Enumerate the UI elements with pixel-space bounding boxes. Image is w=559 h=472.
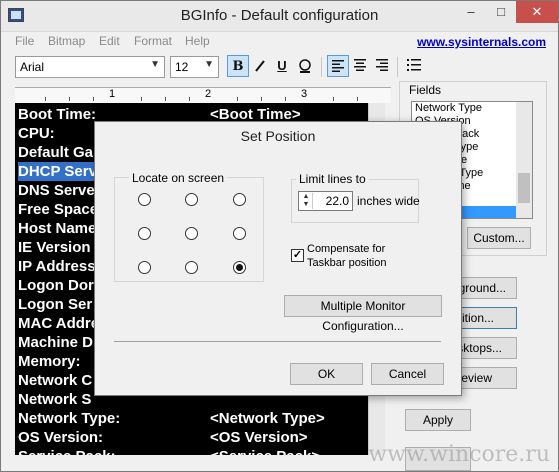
ruler-tick <box>237 97 238 101</box>
menu-format[interactable]: Format <box>134 34 172 48</box>
field-label: Network Type: <box>18 410 121 427</box>
minimize-icon[interactable]: – <box>456 1 486 23</box>
ruler-mark: 3 <box>301 88 308 100</box>
position-middle-left-radio[interactable] <box>138 227 151 240</box>
menu-bitmap[interactable]: Bitmap <box>48 34 85 48</box>
align-left-icon[interactable] <box>327 55 349 77</box>
limit-unit: inches wide <box>357 194 420 208</box>
ruler-tick <box>141 97 142 101</box>
field-label: Logon Dor <box>18 277 94 294</box>
watermark-text: www.wincore.ru <box>368 442 550 467</box>
menu-file[interactable]: File <box>15 34 34 48</box>
menu-bar: File Bitmap Edit Format Help www.sysinte… <box>1 33 558 51</box>
position-top-left-radio[interactable] <box>138 193 151 206</box>
multiple-monitor-button[interactable]: Multiple Monitor Configuration... <box>284 295 442 333</box>
custom-button[interactable]: Custom... <box>467 227 531 249</box>
field-token: <Service Pack> <box>210 447 320 455</box>
field-token: <Network Type> <box>210 410 325 427</box>
ruler: 1 2 3 <box>15 87 391 103</box>
position-top-center-radio[interactable] <box>185 193 198 206</box>
field-label: Machine D <box>18 334 94 351</box>
field-label: Logon Ser <box>18 296 93 313</box>
font-value: Arial <box>20 60 45 74</box>
ruler-tick <box>165 97 166 101</box>
align-right-icon[interactable] <box>371 55 393 77</box>
field-label: Free Space <box>18 201 99 218</box>
font-size-value: 12 <box>175 60 189 74</box>
ruler-tick <box>189 97 190 101</box>
font-select[interactable]: Arial ▼ <box>15 56 165 78</box>
field-label: Service Pack: <box>18 447 116 455</box>
bold-button[interactable]: B <box>227 55 249 77</box>
bullet-list-icon[interactable] <box>403 55 425 77</box>
font-size-select[interactable]: 12 ▼ <box>170 56 219 78</box>
menu-edit[interactable]: Edit <box>99 34 120 48</box>
position-middle-right-radio[interactable] <box>233 227 246 240</box>
ruler-tick <box>333 97 334 101</box>
separator <box>397 57 398 77</box>
set-position-dialog: Set Position Locate on screen Limit line… <box>94 121 462 396</box>
limit-lines-spinner[interactable]: ▲ ▼ 22.0 <box>298 191 353 211</box>
field-label: DHCP Serv <box>18 162 101 181</box>
list-item[interactable]: Network Type <box>412 102 532 115</box>
compensate-label: Compensate for <box>307 243 386 255</box>
separator <box>321 57 322 77</box>
field-label: Memory: <box>18 353 81 370</box>
limit-label: Limit lines to <box>296 172 369 186</box>
ruler-tick <box>285 97 286 101</box>
field-label: OS Version: <box>18 429 104 446</box>
field-label: IP Address <box>18 258 96 275</box>
ruler-tick <box>69 97 70 101</box>
underline-button[interactable]: U <box>271 55 293 77</box>
ruler-tick <box>45 97 46 101</box>
menu-help[interactable]: Help <box>185 34 210 48</box>
position-bottom-center-radio[interactable] <box>185 261 198 274</box>
maximize-icon[interactable]: □ <box>486 1 516 23</box>
field-label: Boot Time: <box>18 106 97 123</box>
field-token: <OS Version> <box>210 429 308 446</box>
compensate-label-line2: Taskbar position <box>307 257 387 269</box>
position-bottom-left-radio[interactable] <box>138 261 151 274</box>
field-label: Network S <box>18 391 92 408</box>
field-label: CPU: <box>18 125 55 142</box>
chevron-down-icon: ▼ <box>204 59 214 70</box>
locate-label: Locate on screen <box>129 171 228 185</box>
cancel-button[interactable]: Cancel <box>371 363 444 385</box>
position-top-right-radio[interactable] <box>233 193 246 206</box>
ruler-mark: 1 <box>109 88 116 100</box>
sysinternals-link[interactable]: www.sysinternals.com <box>417 35 546 49</box>
fields-scroll-thumb[interactable] <box>518 173 530 203</box>
limit-value: 22.0 <box>325 194 349 208</box>
field-label: IE Version <box>18 239 91 256</box>
field-label: Network C <box>18 372 93 389</box>
close-icon[interactable]: ✕ <box>516 1 558 23</box>
title-bar: BGInfo - Default configuration – □ ✕ <box>1 1 558 32</box>
chevron-down-icon: ▼ <box>150 59 160 70</box>
compensate-checkbox[interactable]: ✓ <box>291 249 304 262</box>
apply-button[interactable]: Apply <box>405 409 471 431</box>
spinner-arrows-icon[interactable]: ▲ ▼ <box>300 193 313 209</box>
ruler-tick <box>93 97 94 101</box>
position-middle-center-radio[interactable] <box>185 227 198 240</box>
field-label: DNS Serve <box>18 182 95 199</box>
field-label: MAC Addre <box>18 315 100 332</box>
ruler-tick <box>357 97 358 101</box>
font-color-icon[interactable] <box>294 55 316 77</box>
ruler-mark: 2 <box>205 88 212 100</box>
align-center-icon[interactable] <box>349 55 371 77</box>
field-label: Default Ga <box>18 144 94 161</box>
fields-label: Fields <box>409 83 442 97</box>
ok-button[interactable]: OK <box>290 363 363 385</box>
divider <box>114 341 441 342</box>
italic-icon[interactable] <box>249 55 271 77</box>
field-label: Host Name <box>18 220 97 237</box>
ruler-tick <box>261 97 262 101</box>
position-bottom-right-radio[interactable] <box>233 261 246 274</box>
dialog-title: Set Position <box>240 128 316 144</box>
